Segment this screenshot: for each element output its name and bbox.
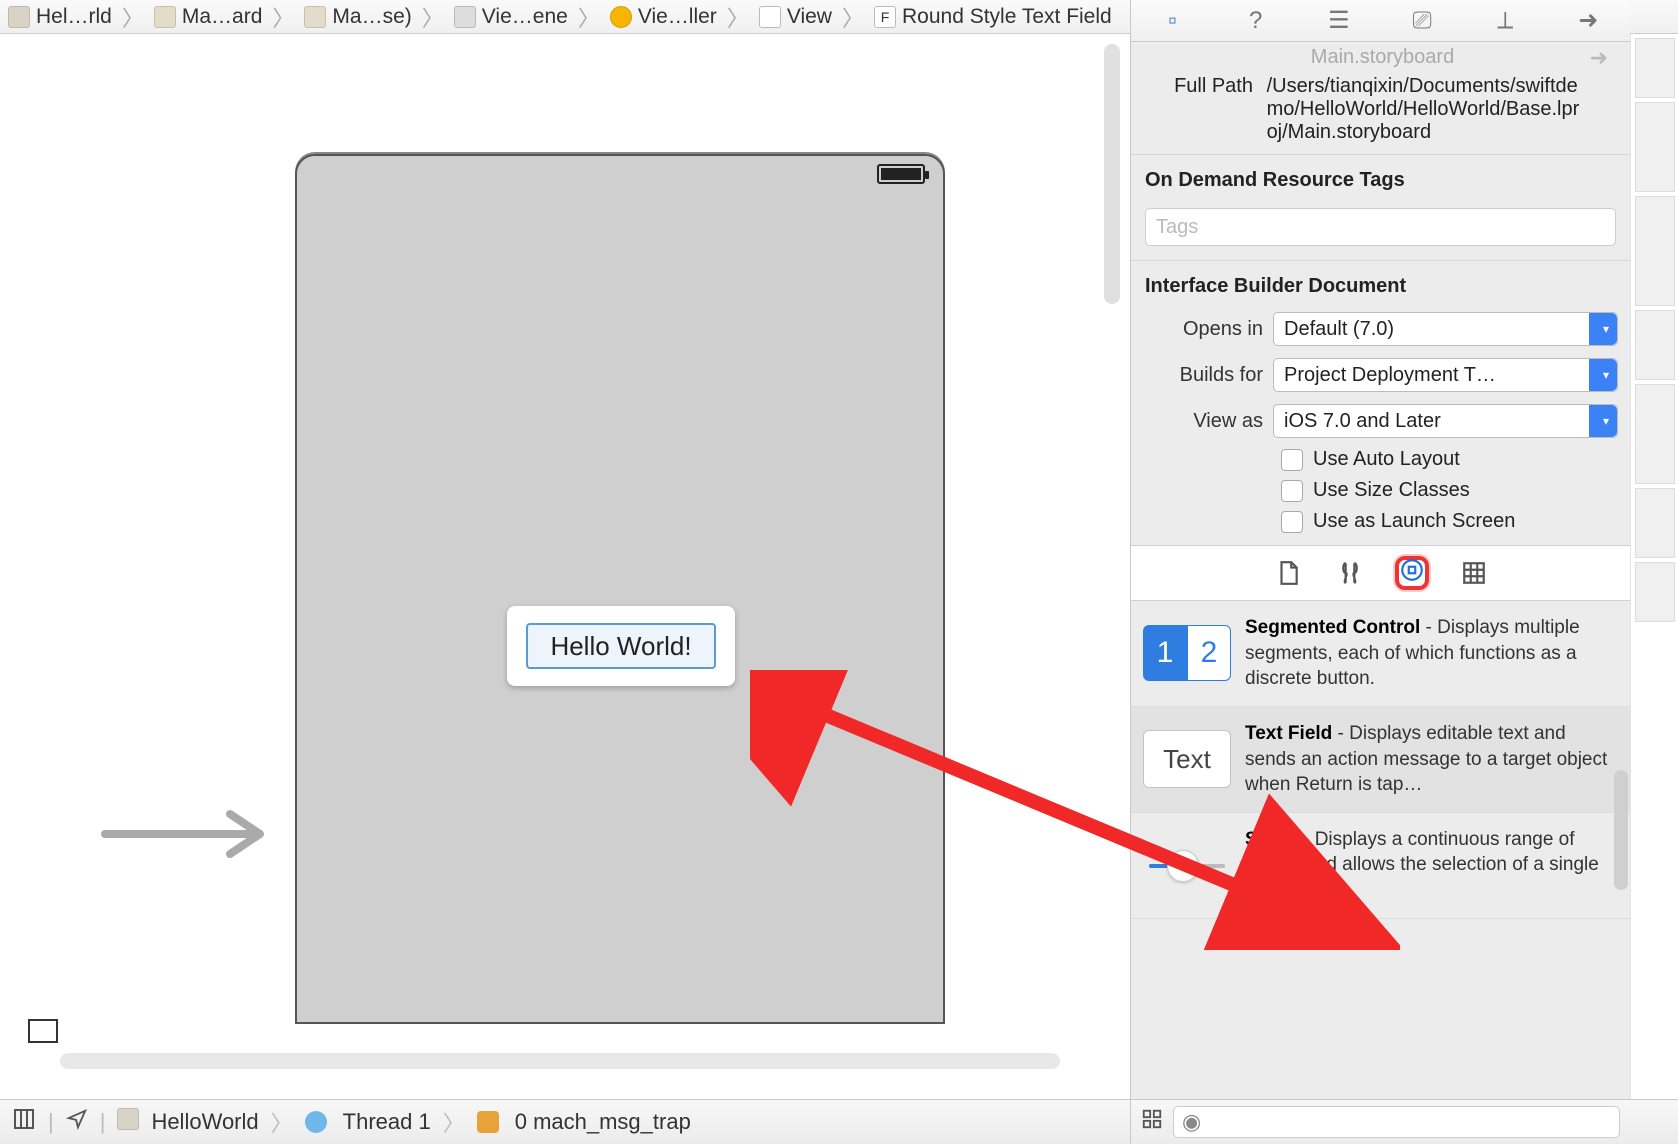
- builds-for-label: Builds for: [1143, 364, 1273, 387]
- storyboard-icon: [154, 6, 176, 28]
- device-canvas[interactable]: Hello World!: [295, 154, 945, 1024]
- entry-point-arrow-icon[interactable]: [100, 804, 270, 864]
- textfield[interactable]: Hello World!: [526, 623, 716, 669]
- opens-in-dropdown[interactable]: Default (7.0)▾: [1273, 312, 1618, 346]
- view-as-label: View as: [1143, 410, 1273, 433]
- app-icon[interactable]: [117, 1108, 139, 1136]
- textfield-value: Hello World!: [550, 631, 691, 662]
- object-library-list[interactable]: 1 2 Segmented Control - Displays multipl…: [1131, 601, 1630, 1099]
- fullpath-label: Full Path: [1151, 75, 1261, 98]
- status-bar: [297, 156, 943, 188]
- interface-builder-canvas[interactable]: Hello World!: [0, 34, 1130, 1099]
- grid-view-icon[interactable]: [1141, 1108, 1163, 1136]
- section-ondemand-tags: On Demand Resource Tags: [1131, 154, 1630, 200]
- view-icon: [759, 6, 781, 28]
- storyboard-icon: [304, 6, 326, 28]
- minimap-column: [1630, 34, 1678, 1099]
- checkbox-launchscreen[interactable]: Use as Launch Screen: [1131, 506, 1630, 537]
- crumb-base[interactable]: Ma…se): [300, 5, 415, 29]
- debug-crumb-project[interactable]: HelloWorld: [151, 1109, 258, 1135]
- file-path-section: Main.storyboard Full Path /Users/tianqix…: [1131, 42, 1630, 154]
- library-search-input[interactable]: ◉: [1173, 1106, 1620, 1138]
- library-item-text-field[interactable]: Text Text Field - Displays editable text…: [1131, 707, 1630, 813]
- minimap-page: [1635, 562, 1675, 622]
- crumb-storyboard[interactable]: Ma…ard: [150, 5, 267, 29]
- attributes-inspector-tab[interactable]: ⎚: [1407, 7, 1437, 35]
- library-item-slider[interactable]: Slider - Displays a continuous range of …: [1131, 813, 1630, 919]
- view-mode-toggle[interactable]: [28, 1019, 58, 1043]
- chevron-right-icon: 〉: [572, 1, 606, 33]
- library-tabbar[interactable]: [1131, 545, 1630, 601]
- inspector-panel: ▫ ? ☰ ⎚ ⟂ ➜ Main.storyboard Full Path /U…: [1130, 0, 1630, 1099]
- crumb-project[interactable]: Hel…rld: [4, 5, 116, 29]
- code-snippet-library-tab[interactable]: [1333, 556, 1367, 590]
- view-as-dropdown[interactable]: iOS 7.0 and Later▾: [1273, 404, 1618, 438]
- opens-in-label: Opens in: [1143, 318, 1273, 341]
- debug-layout-icon[interactable]: [12, 1107, 36, 1137]
- library-item-segmented-control[interactable]: 1 2 Segmented Control - Displays multipl…: [1131, 601, 1630, 707]
- segmented-control-icon: 1 2: [1143, 625, 1231, 681]
- file-template-library-tab[interactable]: [1271, 556, 1305, 590]
- slider-icon: [1143, 836, 1231, 894]
- debug-crumb-thread[interactable]: Thread 1: [343, 1109, 431, 1135]
- media-library-tab[interactable]: [1457, 556, 1491, 590]
- inspector-tabbar[interactable]: ▫ ? ☰ ⎚ ⟂ ➜: [1131, 0, 1630, 42]
- tags-input[interactable]: Tags: [1145, 208, 1616, 246]
- folder-icon: [8, 6, 30, 28]
- crumb-view[interactable]: View: [755, 5, 836, 29]
- object-library-tab[interactable]: [1395, 556, 1429, 590]
- tags-placeholder: Tags: [1156, 216, 1198, 239]
- minimap-page: [1635, 38, 1675, 98]
- scrollbar-horizontal[interactable]: [60, 1053, 1060, 1069]
- minimap-page: [1635, 196, 1675, 306]
- battery-icon: [877, 164, 925, 184]
- text-field-icon: Text: [1143, 730, 1231, 788]
- debug-bar: | | HelloWorld 〉 Thread 1 〉 0 mach_msg_t…: [0, 1099, 1678, 1144]
- checkbox-sizeclasses[interactable]: Use Size Classes: [1131, 475, 1630, 506]
- crumb-scene[interactable]: Vie…ene: [450, 5, 572, 29]
- checkbox-icon: [1281, 511, 1303, 533]
- textfield-selection[interactable]: Hello World!: [507, 606, 735, 686]
- debug-crumb-frame[interactable]: 0 mach_msg_trap: [515, 1109, 691, 1135]
- thread-icon: [305, 1111, 327, 1133]
- minimap-page: [1635, 384, 1675, 484]
- chevron-right-icon: 〉: [266, 1, 300, 33]
- size-inspector-tab[interactable]: ⟂: [1490, 7, 1520, 35]
- scrollbar-vertical[interactable]: [1104, 44, 1120, 304]
- crumb-viewcontroller[interactable]: Vie…ller: [606, 5, 721, 29]
- filename-dimmed: Main.storyboard: [1151, 46, 1614, 75]
- checkbox-icon: [1281, 480, 1303, 502]
- crumb-textfield[interactable]: FRound Style Text Field: [870, 5, 1116, 29]
- search-icon: ◉: [1182, 1109, 1201, 1135]
- identity-inspector-tab[interactable]: ☰: [1324, 6, 1354, 35]
- scrollbar-vertical[interactable]: [1614, 770, 1628, 890]
- quick-help-tab[interactable]: ?: [1241, 7, 1271, 35]
- fullpath-value: /Users/tianqixin/Documents/swiftdemo/Hel…: [1267, 75, 1587, 144]
- chevron-right-icon: 〉: [416, 1, 450, 33]
- location-icon[interactable]: [66, 1108, 88, 1136]
- textfield-icon: F: [874, 6, 896, 28]
- checkbox-autolayout[interactable]: Use Auto Layout: [1131, 444, 1630, 475]
- section-ib-document: Interface Builder Document: [1131, 260, 1630, 306]
- checkbox-icon: [1281, 449, 1303, 471]
- minimap-page: [1635, 310, 1675, 380]
- file-inspector-tab[interactable]: ▫: [1158, 7, 1188, 35]
- reveal-in-finder-icon[interactable]: ➜: [1590, 45, 1608, 71]
- chevron-right-icon: 〉: [721, 1, 755, 33]
- scene-icon: [454, 6, 476, 28]
- gear-icon: [477, 1111, 499, 1133]
- chevron-right-icon: 〉: [116, 1, 150, 33]
- builds-for-dropdown[interactable]: Project Deployment T…▾: [1273, 358, 1618, 392]
- connections-inspector-tab[interactable]: ➜: [1573, 6, 1603, 35]
- minimap-page: [1635, 102, 1675, 192]
- viewcontroller-icon: [610, 6, 632, 28]
- minimap-page: [1635, 488, 1675, 558]
- chevron-right-icon: 〉: [836, 1, 870, 33]
